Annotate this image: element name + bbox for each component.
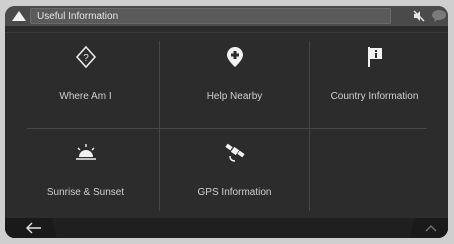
back-arrow-icon — [26, 222, 41, 234]
tile-label: Where Am I — [59, 91, 112, 102]
tile-where-am-i[interactable]: ? Where Am I — [12, 33, 159, 126]
location-question-icon: ? — [73, 45, 99, 69]
tile-help-nearby[interactable]: Help Nearby — [161, 33, 308, 126]
page-title: Useful Information — [30, 8, 391, 24]
tile-label: Sunrise & Sunset — [46, 187, 125, 198]
satellite-icon — [222, 141, 248, 165]
collapse-button[interactable] — [10, 8, 28, 24]
sunrise-icon — [73, 141, 99, 165]
triangle-up-icon — [12, 11, 26, 21]
tile-label: Help Nearby — [206, 91, 263, 102]
back-button[interactable] — [5, 218, 57, 238]
mute-button[interactable] — [411, 9, 427, 23]
app-screen: Useful Information ? Where Am I Help Nea… — [5, 6, 448, 238]
speech-bubble-icon — [432, 10, 446, 22]
chevron-up-icon — [425, 225, 437, 232]
grid-divider — [159, 41, 160, 211]
tile-sunrise-sunset[interactable]: Sunrise & Sunset — [12, 129, 159, 222]
tile-label: GPS Information — [197, 187, 272, 198]
tile-gps-information[interactable]: GPS Information — [161, 129, 308, 222]
tile-country-information[interactable]: Country Information — [301, 33, 448, 126]
flag-info-icon — [362, 45, 388, 69]
map-pin-plus-icon — [222, 45, 248, 69]
muted-speaker-icon — [413, 10, 425, 22]
svg-text:?: ? — [83, 53, 89, 64]
top-bar: Useful Information — [5, 6, 448, 26]
menu-grid: ? Where Am I Help Nearby Country Informa… — [5, 32, 448, 219]
tile-label: Country Information — [330, 91, 419, 102]
bottom-bar — [5, 218, 448, 238]
scroll-up-button[interactable] — [410, 218, 448, 238]
messages-button[interactable] — [431, 9, 447, 23]
